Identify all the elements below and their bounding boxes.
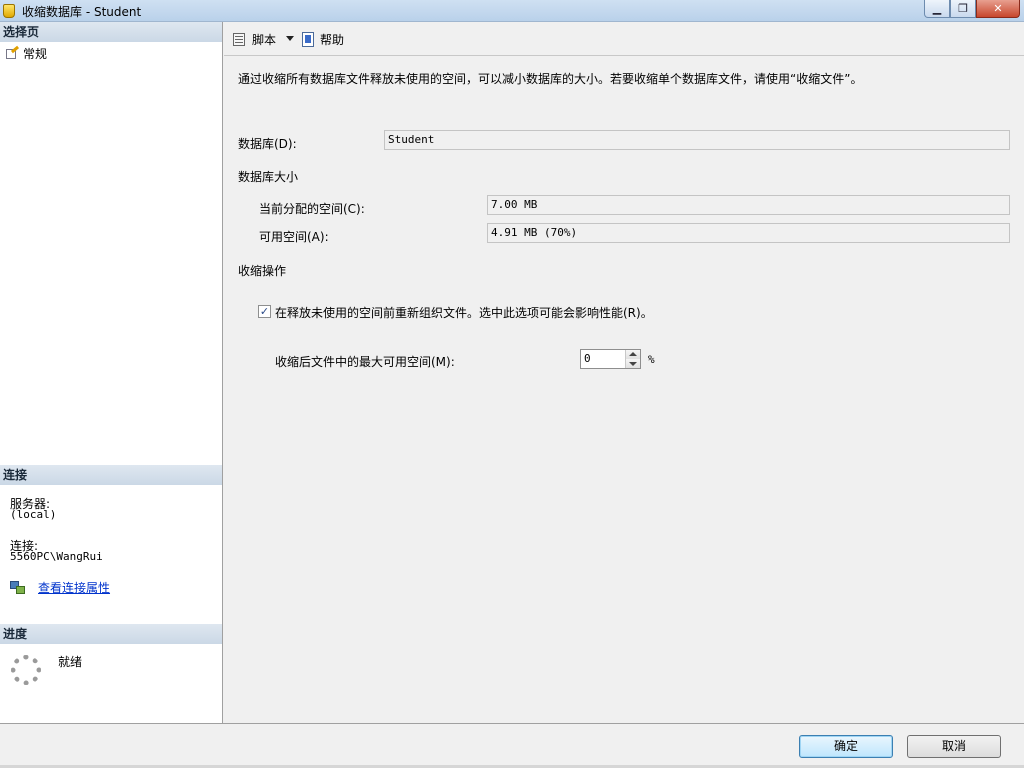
allocated-label: 当前分配的空间(C): xyxy=(259,202,365,216)
toolbar: 脚本 帮助 xyxy=(224,22,1024,56)
left-pane: 选择页 常规 连接 服务器: (local) 连接: 5560PC\WangRu… xyxy=(0,22,223,723)
ok-button[interactable]: 确定 xyxy=(799,735,893,758)
cancel-button[interactable]: 取消 xyxy=(907,735,1001,758)
dropdown-arrow-icon[interactable] xyxy=(286,36,294,41)
app-db-icon xyxy=(3,4,15,18)
stepper-buttons xyxy=(625,350,640,368)
reorganize-label: 在释放未使用的空间前重新组织文件。选中此选项可能会影响性能(R)。 xyxy=(275,306,653,320)
help-icon xyxy=(302,32,316,47)
main-content: 通过收缩所有数据库文件释放未使用的空间，可以减小数据库的大小。若要收缩单个数据库… xyxy=(224,56,1024,723)
script-label: 脚本 xyxy=(252,33,277,47)
available-field[interactable]: 4.91 MB (70%) xyxy=(487,223,1010,243)
window-controls: ▁ ❐ ✕ xyxy=(924,0,1020,18)
max-free-stepper[interactable]: 0 xyxy=(580,349,641,369)
progress-spinner-icon xyxy=(11,655,41,685)
help-label: 帮助 xyxy=(320,33,345,47)
minimize-button[interactable]: ▁ xyxy=(924,0,950,18)
max-free-unit: % xyxy=(648,353,655,366)
page-item-label: 常规 xyxy=(23,47,48,61)
allocated-field[interactable]: 7.00 MB xyxy=(487,195,1010,215)
view-connection-properties[interactable]: 查看连接属性 xyxy=(10,579,110,596)
server-value: (local) xyxy=(10,508,57,521)
database-label: 数据库(D): xyxy=(238,137,297,151)
connection-properties-icon xyxy=(10,580,26,595)
reorganize-checkbox[interactable]: ✓ xyxy=(258,305,271,318)
size-section-label: 数据库大小 xyxy=(238,170,299,184)
available-label: 可用空间(A): xyxy=(259,230,329,244)
max-free-label: 收缩后文件中的最大可用空间(M): xyxy=(275,355,455,369)
database-field[interactable]: Student xyxy=(384,130,1010,150)
script-button[interactable]: 脚本 xyxy=(232,31,276,48)
close-button[interactable]: ✕ xyxy=(976,0,1020,18)
stepper-down-icon[interactable] xyxy=(626,359,640,368)
maximize-button[interactable]: ❐ xyxy=(950,0,976,18)
progress-header: 进度 xyxy=(0,624,222,644)
button-bar: 确定 取消 xyxy=(0,723,1024,768)
help-button[interactable]: 帮助 xyxy=(302,31,344,48)
description-text: 通过收缩所有数据库文件释放未使用的空间，可以减小数据库的大小。若要收缩单个数据库… xyxy=(238,72,863,86)
script-icon xyxy=(232,32,248,47)
page-general-icon xyxy=(5,45,20,60)
page-item-general[interactable]: 常规 xyxy=(5,45,47,62)
connection-header: 连接 xyxy=(0,465,222,485)
title-bar[interactable]: 收缩数据库 - Student ▁ ❐ ✕ xyxy=(0,0,1024,22)
window-title: 收缩数据库 - Student xyxy=(22,5,142,19)
max-free-value: 0 xyxy=(584,352,591,365)
select-page-header: 选择页 xyxy=(0,22,222,42)
shrink-section-label: 收缩操作 xyxy=(238,264,287,278)
progress-status: 就绪 xyxy=(58,655,83,669)
connection-value: 5560PC\WangRui xyxy=(10,550,103,563)
view-connection-properties-link[interactable]: 查看连接属性 xyxy=(38,579,110,596)
stepper-up-icon[interactable] xyxy=(626,350,640,359)
